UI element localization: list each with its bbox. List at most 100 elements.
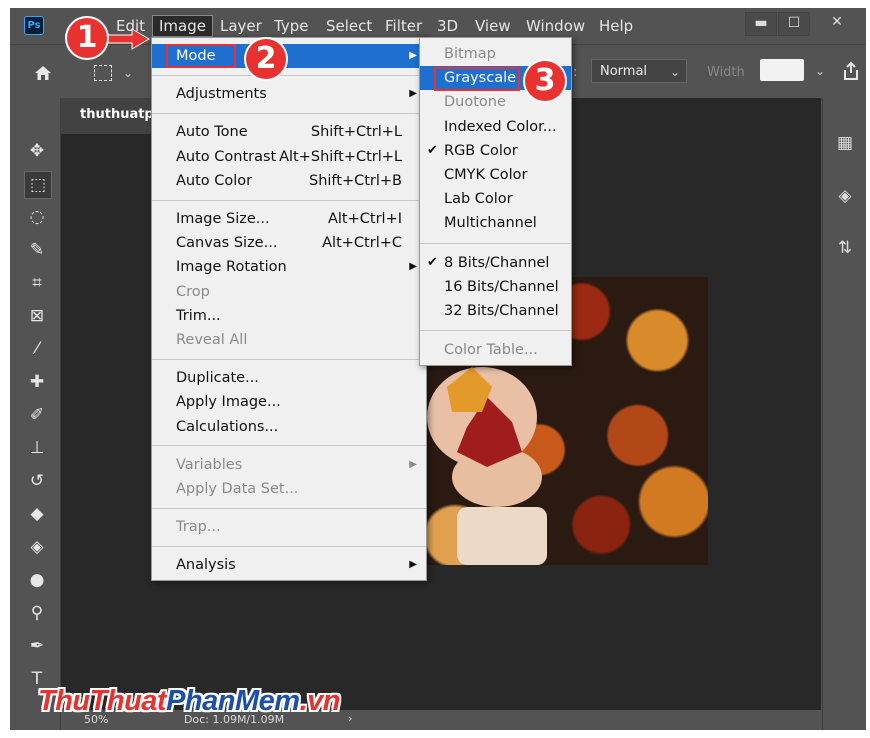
menu-layer[interactable]: Layer	[220, 17, 262, 35]
lasso-tool-icon[interactable]: ◌	[24, 204, 50, 230]
menu-image[interactable]: Image	[152, 15, 213, 37]
menu-item-adjustments[interactable]: Adjustments ▶	[152, 82, 426, 106]
chevron-down-icon[interactable]: ⌄	[815, 64, 825, 78]
menu-item-label: Reveal All	[176, 332, 248, 348]
menu-separator	[152, 507, 426, 509]
menu-item-duplicate[interactable]: Duplicate...	[152, 366, 426, 390]
menu-item-crop: Crop	[152, 280, 426, 304]
chevron-down-icon[interactable]: ⌄	[123, 66, 133, 80]
menu-item-rgb-color[interactable]: ✔ RGB Color	[420, 139, 571, 163]
menu-item-label: Indexed Color...	[444, 118, 557, 135]
menu-item-label: Duplicate...	[176, 370, 259, 387]
submenu-arrow-icon: ▶	[409, 88, 417, 100]
home-icon[interactable]	[34, 65, 52, 81]
right-panel-dock: ▦ ◈ ⇅	[822, 98, 866, 730]
chevron-right-icon[interactable]: ›	[348, 712, 352, 725]
quick-select-tool-icon[interactable]: ✎	[24, 237, 50, 263]
menu-item-label: Canvas Size...	[176, 235, 278, 252]
menu-window[interactable]: Window	[526, 17, 585, 35]
eraser-tool-icon[interactable]: ◆	[24, 501, 50, 527]
menu-item-shortcut: Alt+Ctrl+C	[322, 235, 402, 252]
menu-item-label: Calculations...	[176, 418, 279, 435]
style-select-value: Normal	[600, 64, 648, 79]
menu-item-label: Auto Tone	[176, 124, 248, 141]
menu-item-variables: Variables ▶	[152, 453, 426, 477]
minimize-button[interactable]: ▬	[745, 12, 777, 36]
menu-item-auto-tone[interactable]: Auto Tone Shift+Ctrl+L	[152, 120, 426, 144]
marquee-preset-icon[interactable]	[94, 65, 112, 81]
menu-item-label: Grayscale	[444, 70, 517, 87]
menu-item-label: Color Table...	[444, 342, 538, 359]
menu-item-16-bits-channel[interactable]: 16 Bits/Channel	[420, 275, 571, 299]
dodge-tool-icon[interactable]: ⚲	[24, 600, 50, 626]
menu-item-apply-data-set: Apply Data Set...	[152, 477, 426, 501]
menu-item-label: Duotone	[444, 94, 506, 111]
menu-item-label: 32 Bits/Channel	[444, 303, 559, 319]
width-field[interactable]	[760, 59, 804, 81]
menu-item-apply-image[interactable]: Apply Image...	[152, 390, 426, 414]
menu-item-canvas-size[interactable]: Canvas Size... Alt+Ctrl+C	[152, 231, 426, 255]
menu-3d[interactable]: 3D	[437, 17, 458, 35]
menu-item-indexed-color[interactable]: Indexed Color...	[420, 115, 571, 139]
menu-item-trap: Trap...	[152, 515, 426, 539]
style-select[interactable]: Normal ⌄	[591, 59, 687, 83]
menu-separator	[420, 242, 571, 244]
blur-tool-icon[interactable]: ●	[24, 567, 50, 593]
marquee-tool-icon[interactable]: ⬚	[24, 171, 52, 199]
menu-item-label: Apply Data Set...	[176, 481, 299, 497]
frame-tool-icon[interactable]: ⊠	[24, 303, 50, 329]
eyedropper-tool-icon[interactable]: ⁄	[24, 336, 50, 362]
paint-bucket-tool-icon[interactable]: ◈	[24, 534, 50, 560]
menu-item-image-size[interactable]: Image Size... Alt+Ctrl+I	[152, 207, 426, 231]
menu-filter[interactable]: Filter	[385, 17, 422, 35]
menu-item-label: Multichannel	[444, 215, 537, 232]
chevron-down-icon: ⌄	[669, 65, 680, 79]
menu-type[interactable]: Type	[274, 17, 308, 35]
tools-panel: ✥ ⬚ ◌ ✎ ⌗ ⊠ ⁄ ✚ ✐ ⊥ ↺ ◆ ◈ ● ⚲ ✒ T	[10, 98, 61, 730]
menu-item-label: Variables	[176, 456, 243, 473]
menu-item-label: Image Rotation	[176, 259, 287, 276]
menu-help[interactable]: Help	[599, 17, 633, 35]
width-label: Width	[707, 65, 745, 80]
close-button[interactable]: ✕	[822, 12, 852, 34]
menu-item-image-rotation[interactable]: Image Rotation ▶	[152, 255, 426, 279]
menu-item-lab-color[interactable]: Lab Color	[420, 187, 571, 211]
history-brush-tool-icon[interactable]: ↺	[24, 468, 50, 494]
submenu-arrow-icon: ▶	[409, 559, 417, 571]
menu-item-reveal-all: Reveal All	[152, 328, 426, 352]
brush-tool-icon[interactable]: ✐	[24, 402, 50, 428]
menu-item-analysis[interactable]: Analysis ▶	[152, 553, 426, 577]
step-badge-2: 2	[246, 39, 286, 79]
crop-tool-icon[interactable]: ⌗	[24, 270, 50, 296]
menu-item-8-bits-channel[interactable]: ✔ 8 Bits/Channel	[420, 251, 571, 275]
menu-item-color-table: Color Table...	[420, 338, 571, 362]
share-icon[interactable]	[842, 61, 860, 81]
style-label-fragment: :	[573, 65, 578, 80]
menu-item-trim[interactable]: Trim...	[152, 304, 426, 328]
clone-stamp-tool-icon[interactable]: ⊥	[24, 435, 50, 461]
menu-item-auto-contrast[interactable]: Auto Contrast Alt+Shift+Ctrl+L	[152, 145, 426, 169]
watermark-part-1: ThuThuat	[38, 685, 167, 717]
menu-item-multichannel[interactable]: Multichannel	[420, 211, 571, 235]
menu-item-label: 16 Bits/Channel	[444, 278, 559, 295]
move-tool-icon[interactable]: ✥	[24, 138, 50, 164]
menu-item-cmyk-color[interactable]: CMYK Color	[420, 163, 571, 187]
menu-item-auto-color[interactable]: Auto Color Shift+Ctrl+B	[152, 169, 426, 193]
menu-item-label: Adjustments	[176, 86, 267, 103]
menu-select[interactable]: Select	[326, 17, 372, 35]
maximize-button[interactable]: ☐	[778, 12, 810, 36]
menu-item-calculations[interactable]: Calculations...	[152, 415, 426, 439]
checkmark-icon: ✔	[427, 142, 438, 158]
history-icon[interactable]: ⇅	[835, 238, 855, 258]
menu-item-32-bits-channel[interactable]: 32 Bits/Channel	[420, 299, 571, 323]
menu-item-mode[interactable]: Mode ▶	[152, 44, 426, 68]
healing-brush-tool-icon[interactable]: ✚	[24, 369, 50, 395]
step-badge-3: 3	[525, 61, 565, 101]
menu-item-label: RGB Color	[444, 142, 518, 159]
pen-tool-icon[interactable]: ✒	[24, 633, 50, 659]
libraries-icon[interactable]: ▦	[835, 133, 855, 153]
menu-item-label: CMYK Color	[444, 167, 528, 183]
image-menu-dropdown: Mode ▶ Adjustments ▶ Auto Tone Shift+Ctrl+L Au…	[151, 37, 427, 581]
layers-icon[interactable]: ◈	[835, 186, 855, 206]
menu-view[interactable]: View	[475, 17, 511, 35]
